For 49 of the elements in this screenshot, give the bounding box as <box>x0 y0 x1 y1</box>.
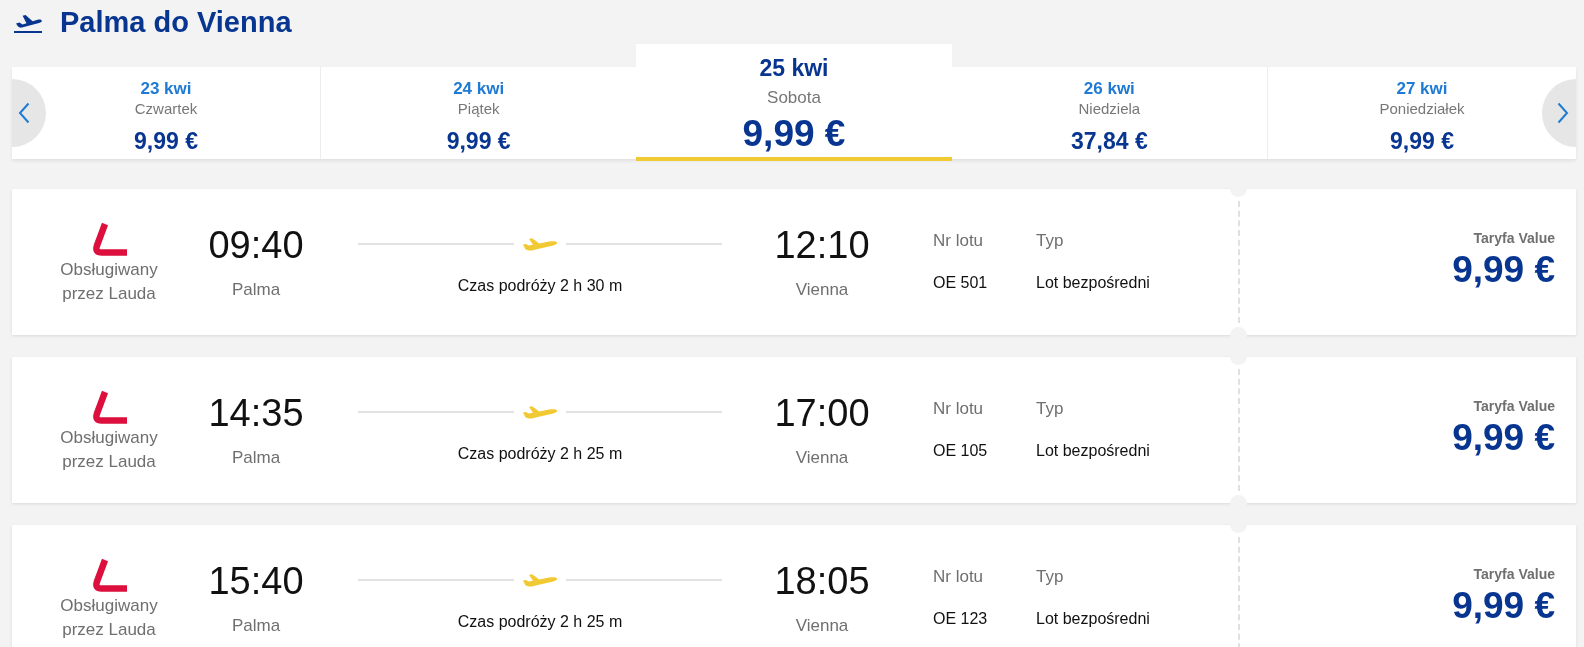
flight-number: OE 501 <box>933 273 988 293</box>
operator-label: Obsługiwany przez Lauda <box>59 595 159 641</box>
arrival-city: Vienna <box>795 279 849 301</box>
date-tab[interactable]: 26 kwi Niedziela 37,84 € <box>951 67 1267 159</box>
arrival-city: Vienna <box>795 447 849 469</box>
flight-type-label: Typ <box>1036 566 1064 588</box>
flight-type-label: Typ <box>1036 398 1064 420</box>
flight-duration: Czas podróży 2 h 30 m <box>457 276 623 296</box>
departure-time: 15:40 <box>208 559 304 603</box>
airline-logo-icon <box>91 390 127 424</box>
chevron-right-icon <box>1557 102 1569 124</box>
flight-type-label: Typ <box>1036 230 1064 252</box>
chevron-left-icon <box>18 102 30 124</box>
plane-icon <box>522 572 558 588</box>
plane-icon <box>522 404 558 420</box>
fare-label: Taryfa Value <box>1473 565 1555 583</box>
flight-number: OE 105 <box>933 441 988 461</box>
flight-number-label: Nr lotu <box>933 398 984 420</box>
operator-label: Obsługiwany przez Lauda <box>59 259 159 305</box>
arrival-city: Vienna <box>795 615 849 637</box>
departure-time: 09:40 <box>208 223 304 267</box>
plane-icon <box>522 236 558 252</box>
route-title: Palma do Vienna <box>60 5 292 39</box>
date-tab[interactable]: 27 kwi Poniedziałek 9,99 € <box>1267 67 1542 159</box>
arrival-time: 12:10 <box>774 223 870 267</box>
operator-label: Obsługiwany przez Lauda <box>59 427 159 473</box>
departure-city: Palma <box>231 279 281 301</box>
departure-time: 14:35 <box>208 391 304 435</box>
arrival-time: 17:00 <box>774 391 870 435</box>
flight-type: Lot bezpośredni <box>1036 273 1150 293</box>
fare-label: Taryfa Value <box>1473 397 1555 415</box>
flight-number-label: Nr lotu <box>933 566 984 588</box>
departure-city: Palma <box>231 615 281 637</box>
flight-type: Lot bezpośredni <box>1036 609 1150 629</box>
airline-logo-icon <box>91 558 127 592</box>
date-tab[interactable]: 23 kwi Czwartek 9,99 € <box>46 67 320 159</box>
flight-duration: Czas podróży 2 h 25 m <box>457 444 623 464</box>
date-tab[interactable]: 25 kwi Sobota 9,99 € <box>636 44 952 161</box>
flight-number: OE 123 <box>933 609 988 629</box>
flight-duration: Czas podróży 2 h 25 m <box>457 612 623 632</box>
flight-type: Lot bezpośredni <box>1036 441 1150 461</box>
flight-number-label: Nr lotu <box>933 230 984 252</box>
fare-price: 9,99 € <box>1452 417 1555 459</box>
fare-price: 9,99 € <box>1452 585 1555 627</box>
fare-label: Taryfa Value <box>1473 229 1555 247</box>
airline-logo-icon <box>91 222 127 256</box>
arrival-time: 18:05 <box>774 559 870 603</box>
departure-city: Palma <box>231 447 281 469</box>
fare-price: 9,99 € <box>1452 249 1555 291</box>
